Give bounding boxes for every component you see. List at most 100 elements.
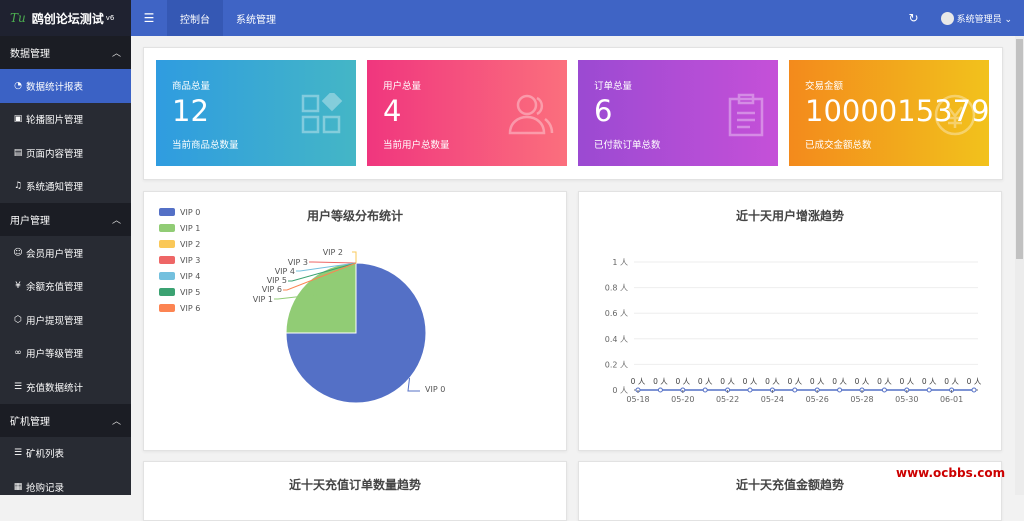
nav-item[interactable]: ☰ 矿机列表	[0, 436, 131, 470]
stat-value: 12	[172, 94, 209, 128]
y-tick-label: 0.2 人	[605, 360, 628, 369]
pie-label: VIP 0	[425, 385, 445, 394]
sidebar-nav: 数据管理 ︿ ◔ 数据统计报表 ▣ 轮播图片管理 ▤ 页面内容管理 ♫ 系统通知管理用户管理 ︿ ☺ 会…	[0, 36, 131, 495]
stat-subtitle: 当前用户总数量	[383, 140, 450, 151]
app-version: v6	[105, 14, 115, 22]
nav-group[interactable]: 用户管理 ︿	[0, 203, 131, 236]
line-chart-title: 近十天用户增涨趋势	[735, 209, 844, 223]
nav-item[interactable]: ∞ 用户等级管理	[0, 336, 131, 370]
nav-item[interactable]: ¥ 余额充值管理	[0, 269, 131, 303]
infinity-icon: ∞	[14, 348, 22, 359]
line-point[interactable]	[971, 387, 977, 393]
nav-item[interactable]: ▤ 页面内容管理	[0, 136, 131, 170]
nav-group[interactable]: 数据管理 ︿	[0, 36, 131, 69]
legend-item[interactable]: VIP 0	[159, 204, 200, 220]
point-label: 0 人	[743, 377, 758, 386]
point-label: 0 人	[675, 377, 690, 386]
x-tick-label: 05-30	[895, 395, 918, 404]
legend-item[interactable]: VIP 4	[159, 268, 200, 284]
nav-item[interactable]: ☺ 会员用户管理	[0, 236, 131, 270]
app-logo[interactable]: Tu 鸥创论坛测试 v6	[0, 0, 131, 36]
point-label: 0 人	[810, 377, 825, 386]
stat-card[interactable]: 交易金额 1000015379 已成交金额总数	[789, 60, 990, 166]
x-tick-label: 06-01	[940, 395, 963, 404]
pie-label-line	[352, 251, 357, 263]
line-chart: 0 人0.2 人0.4 人0.6 人0.8 人1 人0 人0 人0 人0 人0 …	[605, 258, 982, 404]
line-point[interactable]	[792, 387, 798, 393]
calendar-icon: ▦	[13, 481, 23, 492]
point-label: 0 人	[967, 377, 982, 386]
recharge-orders-panel: 近十天充值订单数量趋势	[143, 461, 567, 521]
sidebar: Tu 鸥创论坛测试 v6 数据管理 ︿ ◔ 数据统计报表 ▣ 轮播图片管理 ▤ 页面内容管理 ♫ 系…	[0, 0, 131, 495]
coin-icon	[933, 93, 977, 140]
x-tick-label: 05-26	[806, 395, 829, 404]
stat-card[interactable]: 商品总量 12 当前商品总数量	[156, 60, 356, 166]
legend-item[interactable]: VIP 2	[159, 236, 200, 252]
menu-toggle-icon[interactable]: ☰	[131, 0, 167, 36]
stat-label: 商品总量	[172, 81, 211, 92]
stat-card[interactable]: 用户总量 4 当前用户总数量	[367, 60, 567, 166]
point-label: 0 人	[899, 377, 914, 386]
legend-swatch	[159, 208, 175, 216]
nav-item-label: 数据统计报表	[26, 81, 84, 93]
avatar[interactable]	[940, 11, 954, 25]
pie-label: VIP 4	[275, 267, 295, 276]
chevron-down-icon: ⌄	[1004, 14, 1012, 25]
pie-label: VIP 3	[288, 258, 308, 267]
point-label: 0 人	[877, 377, 892, 386]
nav-item[interactable]: ⬡ 用户提现管理	[0, 303, 131, 337]
scrollbar-thumb[interactable]	[1016, 39, 1023, 259]
nav-item[interactable]: ♫ 系统通知管理	[0, 169, 131, 203]
legend-item[interactable]: VIP 3	[159, 252, 200, 268]
line-point[interactable]	[881, 387, 887, 393]
tab-console[interactable]: 控制台	[167, 0, 223, 36]
line-point[interactable]	[702, 387, 708, 393]
legend-label: VIP 4	[180, 271, 201, 281]
watermark: www.ocbbs.com	[896, 466, 1006, 480]
nav-item[interactable]: ▣ 轮播图片管理	[0, 102, 131, 136]
refresh-icon[interactable]: ↻	[909, 11, 919, 25]
point-label: 0 人	[720, 377, 735, 386]
point-label: 0 人	[787, 377, 802, 386]
recharge-orders-title: 近十天充值订单数量趋势	[288, 478, 421, 492]
line-point[interactable]	[926, 387, 932, 393]
tab-system[interactable]: 系统管理	[223, 0, 289, 36]
line-point[interactable]	[657, 387, 663, 393]
users-icon	[507, 93, 555, 140]
legend-item[interactable]: VIP 1	[159, 220, 200, 236]
point-label: 0 人	[653, 377, 668, 386]
nav-group-label: 数据管理	[10, 49, 50, 60]
chevron-up-icon: ︿	[111, 49, 121, 59]
cube-icon: ⬡	[14, 314, 22, 325]
nav-item-label: 用户等级管理	[26, 349, 84, 361]
x-tick-label: 05-24	[761, 395, 784, 404]
legend-label: VIP 6	[180, 303, 201, 313]
page-scrollbar[interactable]	[1015, 36, 1024, 495]
nav-group-label: 用户管理	[10, 216, 50, 227]
legend-swatch	[159, 288, 175, 296]
point-label: 0 人	[765, 377, 780, 386]
nav-item[interactable]: ☰ 充值数据统计	[0, 370, 131, 404]
pie-chart-title: 用户等级分布统计	[306, 209, 403, 223]
nav-item-label: 系统通知管理	[26, 182, 84, 194]
gauge-icon: ◔	[14, 80, 22, 91]
line-point[interactable]	[837, 387, 843, 393]
pie-label-line	[407, 378, 420, 392]
nav-group[interactable]: 矿机管理 ︿	[0, 403, 131, 437]
nav-item[interactable]: ▦ 抢购记录	[0, 470, 131, 495]
legend-swatch	[159, 272, 175, 280]
pie-slice[interactable]	[285, 262, 357, 334]
stat-card[interactable]: 订单总量 6 已付款订单总数	[578, 60, 778, 166]
legend-item[interactable]: VIP 6	[159, 300, 200, 316]
line-point[interactable]	[747, 387, 753, 393]
image-icon: ▣	[13, 114, 23, 125]
point-label: 0 人	[631, 377, 646, 386]
stat-value: 6	[594, 94, 613, 128]
nav-item[interactable]: ◔ 数据统计报表	[0, 69, 131, 103]
stat-label: 用户总量	[383, 81, 422, 92]
chevron-up-icon: ︿	[111, 216, 121, 226]
legend-swatch	[159, 224, 175, 232]
list-icon: ☰	[13, 448, 23, 459]
legend-item[interactable]: VIP 5	[159, 284, 200, 300]
user-menu[interactable]: 系统管理员 ⌄	[957, 12, 1012, 25]
